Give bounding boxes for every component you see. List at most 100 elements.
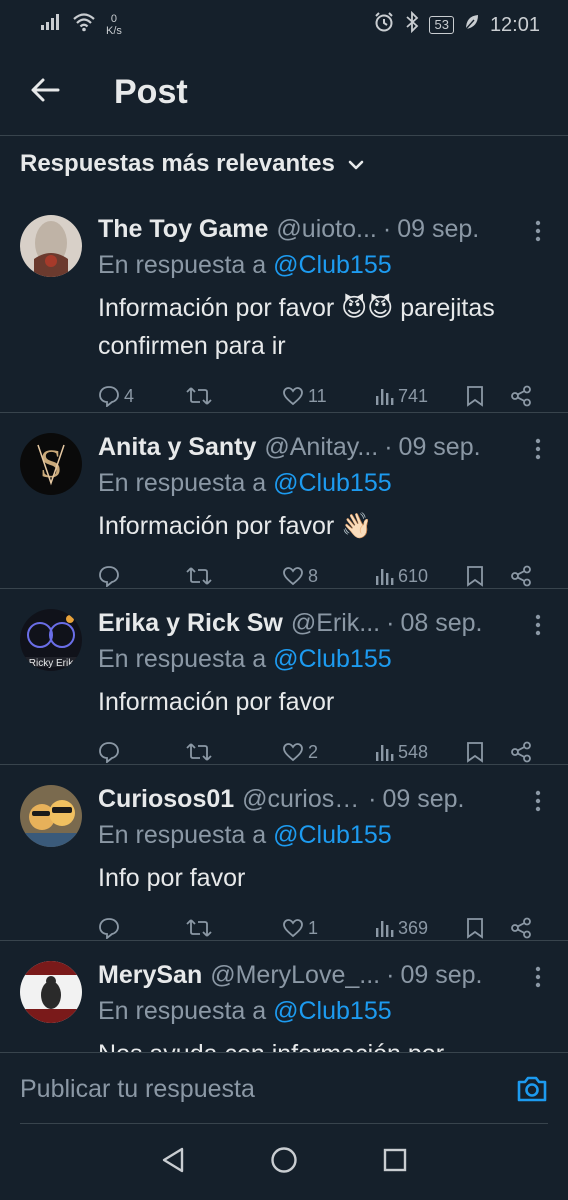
reply-mention[interactable]: @Club155 <box>273 645 392 673</box>
reply-composer: Publicar tu respuesta <box>0 1052 568 1124</box>
author-handle[interactable]: @Erik... <box>291 609 380 638</box>
reply-button[interactable]: 4 <box>98 385 186 407</box>
share-icon <box>510 917 532 939</box>
more-options-icon[interactable] <box>528 435 548 463</box>
retweet-button[interactable] <box>186 565 282 587</box>
like-count: 2 <box>308 741 319 762</box>
comment-icon <box>98 917 120 939</box>
retweet-button[interactable] <box>186 917 282 939</box>
post-date[interactable]: 09 sep. <box>383 785 465 814</box>
author-name[interactable]: Anita y Santy <box>98 433 256 462</box>
views-button[interactable]: 741 <box>374 386 466 407</box>
views-button[interactable]: 548 <box>374 742 466 763</box>
reply-button[interactable] <box>98 917 186 939</box>
separator-dot: · <box>386 960 395 989</box>
avatar[interactable] <box>20 215 82 277</box>
share-button[interactable] <box>510 917 532 939</box>
reply-prefix: En respuesta a <box>98 469 267 497</box>
more-options-icon[interactable] <box>528 787 548 815</box>
reply-input[interactable]: Publicar tu respuesta <box>20 1075 255 1104</box>
heart-icon <box>282 918 304 938</box>
author-handle[interactable]: @Anitay... <box>264 433 378 462</box>
avatar[interactable] <box>20 785 82 847</box>
author-name[interactable]: Erika y Rick Sw <box>98 609 283 638</box>
post-date[interactable]: 09 sep. <box>400 961 482 990</box>
post-date[interactable]: 08 sep. <box>400 609 482 638</box>
like-count: 11 <box>308 385 327 406</box>
post-text: Información por favor 😈😈 parejitas confi… <box>98 294 495 360</box>
author-name[interactable]: MerySan <box>98 961 202 990</box>
comment-icon <box>98 741 120 763</box>
like-count: 8 <box>308 565 319 586</box>
like-button[interactable]: 1 <box>282 918 374 939</box>
svg-text:S: S <box>40 441 62 486</box>
avatar[interactable]: Ricky Erik <box>20 609 82 671</box>
like-button[interactable]: 2 <box>282 742 374 763</box>
sort-dropdown[interactable]: Respuestas más relevantes <box>20 146 365 182</box>
reply-context: En respuesta a @Club155 <box>98 821 548 853</box>
bookmark-icon <box>466 565 484 587</box>
share-button[interactable] <box>510 565 532 587</box>
post-date[interactable]: 09 sep. <box>397 215 479 244</box>
like-button[interactable]: 8 <box>282 566 374 587</box>
views-button[interactable]: 610 <box>374 566 466 587</box>
triangle-back-icon[interactable] <box>160 1146 186 1179</box>
post-text: Info por favor <box>98 864 246 892</box>
author-name[interactable]: Curiosos01 <box>98 785 234 814</box>
post-date[interactable]: 09 sep. <box>399 433 481 462</box>
page-title: Post <box>114 73 188 111</box>
reply-button[interactable] <box>98 565 186 587</box>
reply-post[interactable]: The Toy Game @uioto... · 09 sep. En resp… <box>0 195 568 413</box>
avatar[interactable]: S <box>20 433 82 495</box>
author-handle[interactable]: @uioto... <box>276 215 376 244</box>
view-count: 548 <box>398 741 429 762</box>
author-handle[interactable]: @MeryLove_... <box>210 961 380 990</box>
status-bar: 0 K/s 53 12:01 <box>0 0 568 50</box>
leaf-icon <box>464 13 480 37</box>
replies-feed[interactable]: The Toy Game @uioto... · 09 sep. En resp… <box>0 195 568 1053</box>
views-button[interactable]: 369 <box>374 918 466 939</box>
bluetooth-icon <box>405 10 419 39</box>
heart-icon <box>282 742 304 762</box>
more-options-icon[interactable] <box>528 611 548 639</box>
share-button[interactable] <box>510 385 532 407</box>
share-icon <box>510 741 532 763</box>
reply-button[interactable] <box>98 741 186 763</box>
reply-mention[interactable]: @Club155 <box>273 997 392 1025</box>
reply-post[interactable]: Curiosos01 @curioso... · 09 sep. En resp… <box>0 765 568 941</box>
reply-mention[interactable]: @Club155 <box>273 251 392 279</box>
author-name[interactable]: The Toy Game <box>98 215 268 244</box>
reply-prefix: En respuesta a <box>98 997 267 1025</box>
more-options-icon[interactable] <box>528 963 548 991</box>
like-count: 1 <box>308 917 319 938</box>
reply-context: En respuesta a @Club155 <box>98 645 548 677</box>
reply-post[interactable]: S Anita y Santy @Anitay... · 09 sep. En … <box>0 413 568 589</box>
retweet-icon <box>186 917 212 939</box>
arrow-left-icon <box>30 77 60 108</box>
retweet-icon <box>186 741 212 763</box>
separator-dot: · <box>384 432 393 461</box>
views-icon <box>374 742 394 762</box>
bookmark-button[interactable] <box>466 565 510 587</box>
bookmark-button[interactable] <box>466 385 510 407</box>
retweet-button[interactable] <box>186 385 282 407</box>
reply-post[interactable]: Ricky Erik Erika y Rick Sw @Erik... · 08… <box>0 589 568 765</box>
bookmark-button[interactable] <box>466 741 510 763</box>
reply-post[interactable]: MerySan @MeryLove_... · 09 sep. En respu… <box>0 941 568 1053</box>
circle-home-icon[interactable] <box>270 1146 298 1179</box>
reply-mention[interactable]: @Club155 <box>273 469 392 497</box>
square-recents-icon[interactable] <box>382 1147 408 1178</box>
more-options-icon[interactable] <box>528 217 548 245</box>
back-button[interactable] <box>0 50 90 136</box>
top-header: Post <box>0 50 568 136</box>
reply-context: En respuesta a @Club155 <box>98 997 548 1029</box>
bookmark-button[interactable] <box>466 917 510 939</box>
camera-button[interactable] <box>516 1075 548 1108</box>
reply-count: 4 <box>124 385 135 406</box>
share-button[interactable] <box>510 741 532 763</box>
retweet-button[interactable] <box>186 741 282 763</box>
like-button[interactable]: 11 <box>282 386 374 407</box>
reply-mention[interactable]: @Club155 <box>273 821 392 849</box>
avatar[interactable] <box>20 961 82 1023</box>
author-handle[interactable]: @curioso... <box>242 785 362 814</box>
